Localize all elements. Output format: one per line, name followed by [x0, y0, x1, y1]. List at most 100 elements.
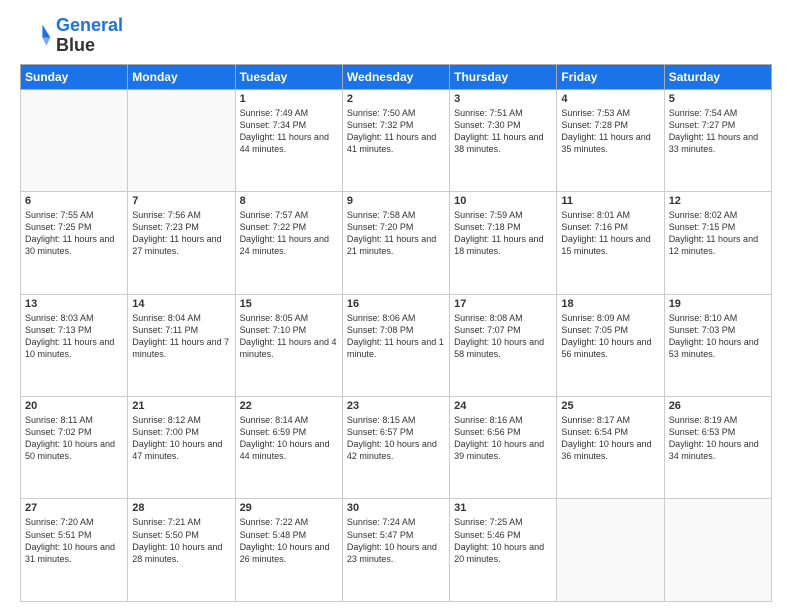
day-number: 22 [240, 400, 338, 412]
calendar-cell: 10 Sunrise: 7:59 AMSunset: 7:18 PMDayligh… [450, 192, 557, 294]
week-row-1: 6 Sunrise: 7:55 AMSunset: 7:25 PMDaylight… [21, 192, 772, 294]
calendar-cell: 6 Sunrise: 7:55 AMSunset: 7:25 PMDaylight… [21, 192, 128, 294]
cell-info: Sunrise: 7:53 AMSunset: 7:28 PMDaylight:… [561, 107, 659, 156]
cell-info: Sunrise: 8:14 AMSunset: 6:59 PMDaylight:… [240, 414, 338, 463]
cell-info: Sunrise: 8:03 AMSunset: 7:13 PMDaylight:… [25, 312, 123, 361]
cell-info: Sunrise: 8:06 AMSunset: 7:08 PMDaylight:… [347, 312, 445, 361]
cell-info: Sunrise: 8:11 AMSunset: 7:02 PMDaylight:… [25, 414, 123, 463]
weekday-header-row: SundayMondayTuesdayWednesdayThursdayFrid… [21, 64, 772, 89]
cell-info: Sunrise: 7:24 AMSunset: 5:47 PMDaylight:… [347, 516, 445, 565]
day-number: 18 [561, 298, 659, 310]
calendar-cell: 17 Sunrise: 8:08 AMSunset: 7:07 PMDayligh… [450, 294, 557, 396]
calendar-cell [664, 499, 771, 602]
calendar-cell: 20 Sunrise: 8:11 AMSunset: 7:02 PMDayligh… [21, 397, 128, 499]
day-number: 29 [240, 502, 338, 514]
weekday-header-tuesday: Tuesday [235, 64, 342, 89]
weekday-header-friday: Friday [557, 64, 664, 89]
cell-info: Sunrise: 8:04 AMSunset: 7:11 PMDaylight:… [132, 312, 230, 361]
day-number: 14 [132, 298, 230, 310]
weekday-header-monday: Monday [128, 64, 235, 89]
cell-info: Sunrise: 8:08 AMSunset: 7:07 PMDaylight:… [454, 312, 552, 361]
cell-info: Sunrise: 7:21 AMSunset: 5:50 PMDaylight:… [132, 516, 230, 565]
calendar-cell [128, 89, 235, 191]
day-number: 2 [347, 93, 445, 105]
day-number: 15 [240, 298, 338, 310]
calendar-cell: 31 Sunrise: 7:25 AMSunset: 5:46 PMDayligh… [450, 499, 557, 602]
day-number: 1 [240, 93, 338, 105]
cell-info: Sunrise: 8:05 AMSunset: 7:10 PMDaylight:… [240, 312, 338, 361]
calendar-cell: 29 Sunrise: 7:22 AMSunset: 5:48 PMDayligh… [235, 499, 342, 602]
calendar-cell: 26 Sunrise: 8:19 AMSunset: 6:53 PMDayligh… [664, 397, 771, 499]
cell-info: Sunrise: 7:55 AMSunset: 7:25 PMDaylight:… [25, 209, 123, 258]
calendar-cell: 30 Sunrise: 7:24 AMSunset: 5:47 PMDayligh… [342, 499, 449, 602]
week-row-0: 1 Sunrise: 7:49 AMSunset: 7:34 PMDaylight… [21, 89, 772, 191]
cell-info: Sunrise: 7:20 AMSunset: 5:51 PMDaylight:… [25, 516, 123, 565]
cell-info: Sunrise: 7:58 AMSunset: 7:20 PMDaylight:… [347, 209, 445, 258]
cell-info: Sunrise: 7:22 AMSunset: 5:48 PMDaylight:… [240, 516, 338, 565]
calendar-cell: 1 Sunrise: 7:49 AMSunset: 7:34 PMDaylight… [235, 89, 342, 191]
day-number: 9 [347, 195, 445, 207]
day-number: 8 [240, 195, 338, 207]
day-number: 31 [454, 502, 552, 514]
calendar-cell [557, 499, 664, 602]
calendar-cell: 22 Sunrise: 8:14 AMSunset: 6:59 PMDayligh… [235, 397, 342, 499]
calendar-cell: 5 Sunrise: 7:54 AMSunset: 7:27 PMDaylight… [664, 89, 771, 191]
day-number: 6 [25, 195, 123, 207]
week-row-3: 20 Sunrise: 8:11 AMSunset: 7:02 PMDayligh… [21, 397, 772, 499]
day-number: 11 [561, 195, 659, 207]
cell-info: Sunrise: 8:02 AMSunset: 7:15 PMDaylight:… [669, 209, 767, 258]
day-number: 3 [454, 93, 552, 105]
cell-info: Sunrise: 7:59 AMSunset: 7:18 PMDaylight:… [454, 209, 552, 258]
cell-info: Sunrise: 7:51 AMSunset: 7:30 PMDaylight:… [454, 107, 552, 156]
logo-icon [20, 20, 52, 52]
day-number: 26 [669, 400, 767, 412]
day-number: 30 [347, 502, 445, 514]
cell-info: Sunrise: 7:25 AMSunset: 5:46 PMDaylight:… [454, 516, 552, 565]
day-number: 21 [132, 400, 230, 412]
calendar-cell: 16 Sunrise: 8:06 AMSunset: 7:08 PMDayligh… [342, 294, 449, 396]
calendar-cell: 18 Sunrise: 8:09 AMSunset: 7:05 PMDayligh… [557, 294, 664, 396]
cell-info: Sunrise: 8:01 AMSunset: 7:16 PMDaylight:… [561, 209, 659, 258]
cell-info: Sunrise: 8:19 AMSunset: 6:53 PMDaylight:… [669, 414, 767, 463]
day-number: 20 [25, 400, 123, 412]
calendar-cell: 9 Sunrise: 7:58 AMSunset: 7:20 PMDaylight… [342, 192, 449, 294]
weekday-header-saturday: Saturday [664, 64, 771, 89]
calendar-cell: 25 Sunrise: 8:17 AMSunset: 6:54 PMDayligh… [557, 397, 664, 499]
weekday-header-thursday: Thursday [450, 64, 557, 89]
day-number: 25 [561, 400, 659, 412]
calendar-cell: 27 Sunrise: 7:20 AMSunset: 5:51 PMDayligh… [21, 499, 128, 602]
header: General Blue [20, 16, 772, 56]
cell-info: Sunrise: 8:10 AMSunset: 7:03 PMDaylight:… [669, 312, 767, 361]
calendar-cell [21, 89, 128, 191]
day-number: 13 [25, 298, 123, 310]
day-number: 17 [454, 298, 552, 310]
day-number: 10 [454, 195, 552, 207]
calendar-cell: 14 Sunrise: 8:04 AMSunset: 7:11 PMDayligh… [128, 294, 235, 396]
day-number: 7 [132, 195, 230, 207]
cell-info: Sunrise: 7:54 AMSunset: 7:27 PMDaylight:… [669, 107, 767, 156]
day-number: 5 [669, 93, 767, 105]
calendar-cell: 7Sunrise: 7:56 AMSunset: 7:23 PMDaylight… [128, 192, 235, 294]
calendar-table: SundayMondayTuesdayWednesdayThursdayFrid… [20, 64, 772, 602]
day-number: 24 [454, 400, 552, 412]
calendar-cell: 13 Sunrise: 8:03 AMSunset: 7:13 PMDayligh… [21, 294, 128, 396]
day-number: 4 [561, 93, 659, 105]
cell-info: Sunrise: 7:57 AMSunset: 7:22 PMDaylight:… [240, 209, 338, 258]
week-row-2: 13 Sunrise: 8:03 AMSunset: 7:13 PMDayligh… [21, 294, 772, 396]
cell-info: Sunrise: 7:50 AMSunset: 7:32 PMDaylight:… [347, 107, 445, 156]
cell-info: Sunrise: 7:49 AMSunset: 7:34 PMDaylight:… [240, 107, 338, 156]
calendar-cell: 12Sunrise: 8:02 AMSunset: 7:15 PMDayligh… [664, 192, 771, 294]
day-number: 27 [25, 502, 123, 514]
cell-info: Sunrise: 8:15 AMSunset: 6:57 PMDaylight:… [347, 414, 445, 463]
day-number: 16 [347, 298, 445, 310]
calendar-cell: 19 Sunrise: 8:10 AMSunset: 7:03 PMDayligh… [664, 294, 771, 396]
day-number: 28 [132, 502, 230, 514]
calendar-cell: 24Sunrise: 8:16 AMSunset: 6:56 PMDayligh… [450, 397, 557, 499]
day-number: 19 [669, 298, 767, 310]
page: General Blue SundayMondayTuesdayWednesda… [0, 0, 792, 612]
cell-info: Sunrise: 8:17 AMSunset: 6:54 PMDaylight:… [561, 414, 659, 463]
logo: General Blue [20, 16, 123, 56]
calendar-cell: 28 Sunrise: 7:21 AMSunset: 5:50 PMDayligh… [128, 499, 235, 602]
calendar-cell: 3 Sunrise: 7:51 AMSunset: 7:30 PMDaylight… [450, 89, 557, 191]
cell-info: Sunrise: 8:09 AMSunset: 7:05 PMDaylight:… [561, 312, 659, 361]
